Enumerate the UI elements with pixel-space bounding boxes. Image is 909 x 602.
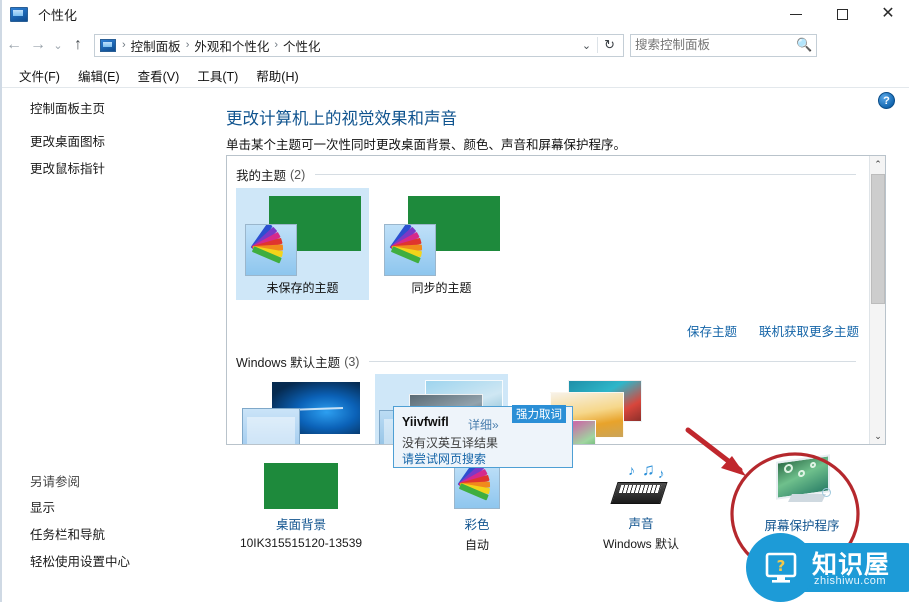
scroll-up-icon[interactable]: ⌃ — [870, 156, 885, 172]
see-also-heading: 另请参阅 — [30, 475, 81, 489]
menu-help[interactable]: 帮助(H) — [247, 64, 307, 87]
color-palette-icon — [454, 463, 500, 509]
breadcrumb-item-2[interactable]: 个性化 — [280, 36, 324, 55]
save-theme-link[interactable]: 保存主题 — [687, 321, 737, 340]
breadcrumb-separator: › — [122, 39, 126, 51]
theme-tile-windows[interactable] — [236, 374, 369, 444]
minimize-button[interactable] — [773, 0, 819, 28]
heading-rule — [369, 361, 856, 362]
menu-file[interactable]: 文件(F) — [10, 64, 69, 87]
setting-value: Windows 默认 — [602, 537, 679, 551]
sidebar-item-display[interactable]: 显示 — [2, 499, 55, 517]
up-icon[interactable]: ↑ — [66, 33, 90, 57]
tooltip-badge: 强力取词 — [512, 405, 566, 423]
translator-tooltip[interactable]: Yiivfwifl 详细» 强力取词 没有汉英互译结果 请尝试网页搜索 — [393, 405, 573, 468]
maximize-button[interactable] — [819, 0, 865, 28]
setting-value: 10IK315515120-13539 — [239, 536, 363, 550]
menu-edit[interactable]: 编辑(E) — [69, 64, 129, 87]
sidebar-item-ease-of-access-center[interactable]: 轻松使用设置中心 — [2, 553, 130, 571]
personalization-icon — [10, 6, 28, 22]
theme-thumbnail — [241, 380, 364, 444]
search-icon[interactable]: 🔍 — [796, 37, 812, 53]
breadcrumb-item-1[interactable]: 外观和个性化 — [191, 36, 272, 55]
breadcrumb-item-0[interactable]: 控制面板 — [128, 36, 184, 55]
windows-themes-heading-label: Windows 默认主题 — [236, 356, 341, 370]
my-themes-count: (2) — [290, 167, 306, 182]
tooltip-line-2[interactable]: 请尝试网页搜索 — [402, 450, 486, 467]
get-more-themes-link[interactable]: 联机获取更多主题 — [759, 321, 859, 340]
help-icon[interactable]: ? — [878, 92, 895, 109]
my-themes-heading-label: 我的主题 — [236, 169, 287, 183]
breadcrumb[interactable]: › 控制面板 › 外观和个性化 › 个性化 ⌄ ↻ — [94, 33, 624, 57]
tooltip-word: Yiivfwifl — [402, 415, 449, 429]
watermark: ? 知识屋 zhishiwu.com — [746, 533, 909, 602]
vertical-scrollbar[interactable]: ⌃ ⌄ — [869, 156, 885, 444]
recent-locations-icon[interactable]: ⌄ — [50, 33, 66, 57]
refresh-icon[interactable]: ↻ — [597, 37, 621, 53]
theme-label: 未保存的主题 — [266, 281, 339, 295]
menu-tools[interactable]: 工具(T) — [188, 64, 247, 87]
title-bar: 个性化 ✕ — [2, 0, 909, 28]
sidebar-item-taskbar-navigation[interactable]: 任务栏和导航 — [2, 526, 105, 544]
window-title: 个性化 — [38, 7, 78, 23]
heading-rule — [315, 174, 856, 175]
search-input[interactable] — [635, 38, 796, 52]
sidebar-item-change-mouse-pointers[interactable]: 更改鼠标指针 — [2, 160, 105, 178]
search-box[interactable]: 🔍 — [630, 33, 818, 57]
setting-label: 声音 — [628, 517, 654, 531]
screensaver-icon — [764, 454, 840, 510]
color-palette-icon — [383, 224, 436, 276]
setting-value: 自动 — [464, 538, 489, 552]
breadcrumb-separator: › — [274, 39, 279, 51]
setting-label: 屏幕保护程序 — [764, 519, 840, 533]
windows-themes-count: (3) — [344, 354, 360, 369]
window-preview — [241, 408, 300, 444]
palette-fan — [250, 225, 291, 266]
watermark-url: zhishiwu.com — [814, 575, 887, 587]
desktop-background-icon — [264, 463, 338, 509]
page-subtitle: 单击某个主题可一次性同时更改桌面背景、颜色、声音和屏幕保护程序。 — [226, 138, 627, 152]
setting-desktop-background[interactable]: 桌面背景 10IK315515120-13539 — [236, 463, 366, 550]
theme-thumbnail — [243, 194, 363, 276]
theme-list-panel: 我的主题 (2) 未保存的主题 同步的主题 保存主题 联机获取更多主题 Wind… — [226, 155, 886, 445]
menu-bar: 文件(F) 编辑(E) 查看(V) 工具(T) 帮助(H) — [2, 64, 909, 86]
close-button[interactable]: ✕ — [865, 0, 909, 28]
theme-tile-synced[interactable]: 同步的主题 — [375, 188, 508, 300]
main-content: ? 更改计算机上的视觉效果和声音 单击某个主题可一次性同时更改桌面背景、颜色、声… — [214, 88, 909, 574]
tooltip-line-1: 没有汉英互译结果 — [402, 436, 499, 450]
setting-sound[interactable]: ♪ ♫ ♪ 声音 Windows 默认 — [576, 460, 706, 552]
theme-actions: 保存主题 联机获取更多主题 — [687, 321, 859, 340]
forward-icon[interactable]: → — [26, 33, 50, 57]
palette-fan — [457, 464, 498, 503]
scrollbar-thumb[interactable] — [871, 174, 885, 304]
setting-color[interactable]: 彩色 自动 — [412, 463, 542, 553]
setting-label: 彩色 — [464, 518, 490, 532]
scroll-down-icon[interactable]: ⌄ — [870, 428, 885, 444]
theme-thumbnail — [382, 194, 502, 276]
chevron-down-icon[interactable]: ⌄ — [576, 39, 597, 52]
theme-tile-unsaved[interactable]: 未保存的主题 — [236, 188, 369, 300]
tooltip-detail-link[interactable]: 详细» — [468, 416, 499, 433]
svg-text:?: ? — [776, 557, 785, 575]
address-bar: ← → ⌄ ↑ › 控制面板 › 外观和个性化 › 个性化 ⌄ ↻ 🔍 — [2, 30, 909, 60]
breadcrumb-root-icon[interactable] — [100, 38, 116, 52]
sound-icon: ♪ ♫ ♪ — [604, 460, 678, 508]
sidebar-item-change-desktop-icons[interactable]: 更改桌面图标 — [2, 133, 105, 151]
my-themes-heading: 我的主题 (2) — [236, 165, 856, 184]
setting-screensaver[interactable]: 屏幕保护程序 — [737, 454, 867, 534]
theme-label: 同步的主题 — [411, 281, 472, 295]
windows-themes-heading: Windows 默认主题 (3) — [236, 352, 856, 371]
palette-fan — [389, 225, 430, 266]
breadcrumb-separator: › — [185, 39, 190, 51]
personalization-window: 个性化 ✕ ← → ⌄ ↑ › 控制面板 › 外观和个性化 › 个性化 ⌄ ↻ … — [0, 0, 909, 602]
back-icon[interactable]: ← — [2, 33, 26, 57]
menu-view[interactable]: 查看(V) — [129, 64, 189, 87]
sidebar: 控制面板主页 更改桌面图标 更改鼠标指针 另请参阅 显示 任务栏和导航 轻松使用… — [2, 88, 214, 574]
color-palette-icon — [244, 224, 297, 276]
sidebar-item-control-panel-home[interactable]: 控制面板主页 — [2, 100, 105, 118]
setting-label: 桌面背景 — [275, 518, 326, 532]
page-title: 更改计算机上的视觉效果和声音 — [226, 110, 457, 128]
question-monitor-icon: ? — [746, 533, 815, 602]
window-controls: ✕ — [773, 0, 909, 28]
